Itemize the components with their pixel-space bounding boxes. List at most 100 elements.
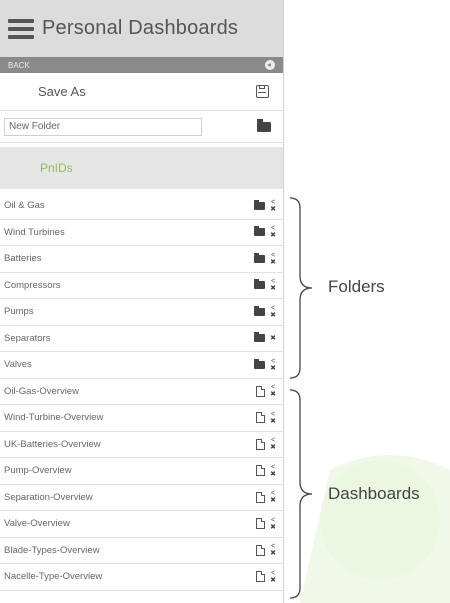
folder-row[interactable]: Compressors < ✖ (0, 273, 283, 299)
dashboard-row[interactable]: Blade-Types-Overview < ✖ (0, 538, 283, 564)
panel-title: Personal Dashboards (42, 17, 239, 39)
share-icon[interactable]: < (271, 384, 275, 391)
back-button[interactable]: BACK (0, 57, 283, 73)
folder-label: Batteries (4, 253, 42, 265)
row-action-stack: < ✖ (269, 464, 277, 478)
delete-icon[interactable]: ✖ (270, 312, 276, 319)
document-icon[interactable] (256, 491, 265, 503)
row-actions: < ✖ (256, 437, 277, 451)
document-icon[interactable] (256, 385, 265, 397)
section-pnids[interactable]: PnIDs (0, 147, 283, 189)
folder-icon[interactable] (254, 305, 265, 316)
dashboard-panel: Personal Dashboards BACK Save As PnIDs O… (0, 0, 284, 603)
panel-header: Personal Dashboards (0, 0, 283, 57)
document-icon[interactable] (256, 465, 265, 477)
delete-icon[interactable]: ✖ (270, 444, 276, 451)
dashboard-row[interactable]: Valve-Overview < ✖ (0, 511, 283, 538)
dashboard-row[interactable]: Nacelle-Type-Overview < ✖ (0, 564, 283, 591)
row-actions: < ✖ (254, 358, 277, 372)
delete-icon[interactable]: ✖ (270, 206, 276, 213)
delete-icon[interactable]: ✖ (270, 285, 276, 292)
document-icon[interactable] (256, 518, 265, 530)
row-action-stack: < ✖ (269, 199, 277, 213)
folder-row[interactable]: Pumps < ✖ (0, 299, 283, 326)
delete-icon[interactable]: ✖ (270, 259, 276, 266)
dashboard-row[interactable]: Oil-Gas-Overview < ✖ (0, 379, 283, 405)
row-actions: < ✖ (256, 517, 277, 531)
share-icon[interactable]: < (271, 517, 275, 524)
dashboard-label: Blade-Types-Overview (4, 544, 100, 556)
row-action-stack: < ✖ (269, 437, 277, 451)
row-action-stack: < ✖ (269, 411, 277, 425)
document-icon[interactable] (256, 438, 265, 450)
folder-icon[interactable] (254, 226, 265, 237)
folders-brace (289, 197, 313, 379)
add-folder-icon[interactable] (257, 118, 271, 132)
share-icon[interactable]: < (271, 464, 275, 471)
folder-icon[interactable] (254, 358, 265, 369)
delete-icon[interactable]: ✖ (270, 524, 276, 531)
share-icon[interactable]: < (271, 358, 275, 365)
folder-row[interactable]: Wind Turbines < ✖ (0, 220, 283, 246)
share-icon[interactable]: < (271, 252, 275, 259)
row-action-stack: < ✖ (269, 490, 277, 504)
folder-icon[interactable] (254, 252, 265, 263)
row-action-stack: < ✖ (269, 252, 277, 266)
folder-row[interactable]: Batteries < ✖ (0, 246, 283, 273)
folder-row[interactable]: Oil & Gas < ✖ (0, 193, 283, 220)
row-action-stack: < ✖ (269, 278, 277, 292)
dashboard-label: Valve-Overview (4, 518, 70, 530)
hamburger-menu-icon[interactable] (8, 18, 34, 39)
delete-icon[interactable]: ✖ (270, 497, 276, 504)
share-icon[interactable]: < (271, 570, 275, 577)
dashboard-row[interactable]: Pump-Overview < ✖ (0, 458, 283, 485)
row-actions: < ✖ (254, 252, 277, 266)
folder-label: Wind Turbines (4, 226, 65, 238)
share-icon[interactable]: < (271, 278, 275, 285)
new-folder-input[interactable] (4, 117, 202, 136)
delete-icon[interactable]: ✖ (270, 418, 276, 425)
dashboard-row[interactable]: Wind-Turbine-Overview < ✖ (0, 405, 283, 432)
document-icon[interactable] (256, 544, 265, 556)
row-action-stack: < ✖ (269, 570, 277, 584)
share-icon[interactable]: < (271, 199, 275, 206)
dashboard-label: Pump-Overview (4, 465, 72, 477)
share-icon[interactable]: < (271, 490, 275, 497)
row-actions: < ✖ (256, 570, 277, 584)
document-icon[interactable] (256, 571, 265, 583)
delete-icon[interactable]: ✖ (270, 232, 276, 239)
back-arrow-icon (265, 60, 275, 70)
delete-icon[interactable]: ✖ (270, 335, 276, 342)
dashboard-row[interactable]: UK-Batteries-Overview < ✖ (0, 432, 283, 458)
row-actions: ✖ (254, 332, 277, 343)
folder-row[interactable]: Valves < ✖ (0, 352, 283, 379)
folder-label: Oil & Gas (4, 200, 45, 212)
delete-icon[interactable]: ✖ (270, 391, 276, 398)
folder-label: Compressors (4, 279, 61, 291)
folder-icon[interactable] (254, 279, 265, 290)
dashboard-label: UK-Batteries-Overview (4, 438, 101, 450)
delete-icon[interactable]: ✖ (270, 365, 276, 372)
folder-row[interactable]: Separators ✖ (0, 326, 283, 352)
share-icon[interactable]: < (271, 543, 275, 550)
delete-icon[interactable]: ✖ (270, 471, 276, 478)
delete-icon[interactable]: ✖ (270, 550, 276, 557)
folder-icon[interactable] (254, 199, 265, 210)
document-icon[interactable] (256, 412, 265, 424)
screen: Personal Dashboards BACK Save As PnIDs O… (0, 0, 450, 603)
share-icon[interactable]: < (271, 305, 275, 312)
row-actions: < ✖ (254, 225, 277, 239)
save-as-button[interactable]: Save As (0, 73, 283, 111)
share-icon[interactable]: < (271, 225, 275, 232)
row-action-stack: < ✖ (269, 384, 277, 398)
row-actions: < ✖ (254, 278, 277, 292)
row-actions: < ✖ (256, 490, 277, 504)
folder-icon[interactable] (254, 332, 265, 343)
share-icon[interactable]: < (271, 411, 275, 418)
share-icon[interactable]: < (271, 437, 275, 444)
row-action-stack: < ✖ (269, 225, 277, 239)
dashboard-row[interactable]: Separation-Overview < ✖ (0, 485, 283, 511)
delete-icon[interactable]: ✖ (270, 577, 276, 584)
back-label: BACK (8, 60, 30, 70)
floppy-disk-icon[interactable] (256, 85, 269, 98)
